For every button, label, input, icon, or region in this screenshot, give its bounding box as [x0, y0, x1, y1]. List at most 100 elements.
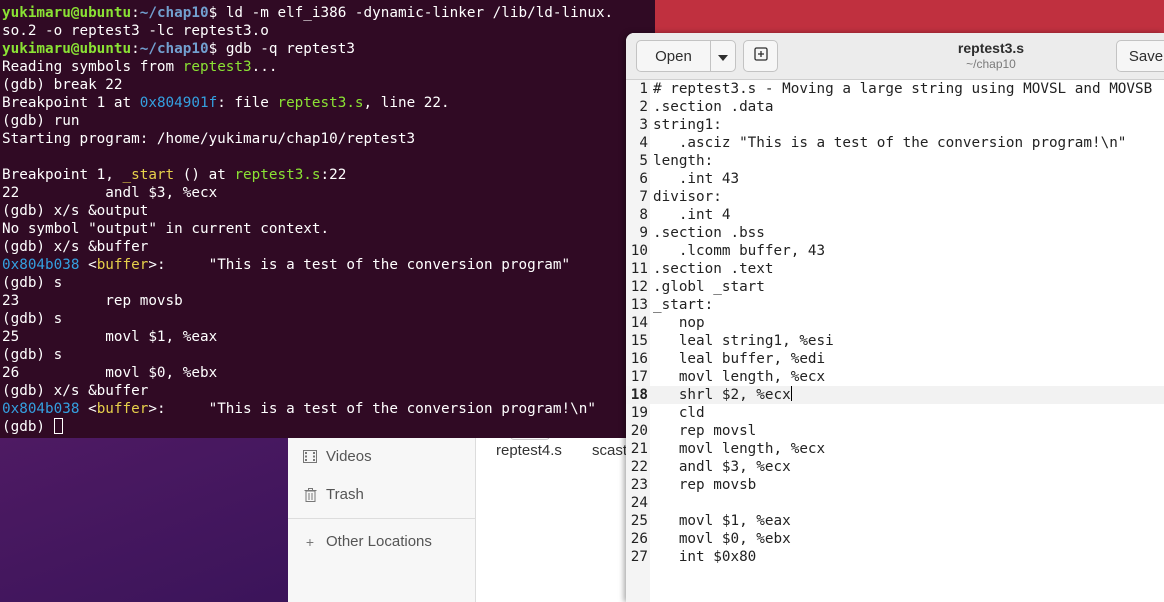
sidebar-item-trash[interactable]: Trash	[302, 486, 364, 503]
terminal-text: (gdb) x/s &output	[2, 203, 149, 219]
terminal-line: (gdb) x/s &buffer	[2, 382, 655, 400]
terminal-text: 25 movl $1, %eax	[2, 329, 218, 345]
line-number: 15	[630, 333, 648, 349]
terminal-text: (gdb) s	[2, 275, 63, 291]
code-editor[interactable]: 1 # reptest3.s - Moving a large string us…	[626, 80, 1164, 602]
open-button[interactable]: Open	[636, 40, 711, 72]
desktop-background	[655, 0, 1164, 36]
file-item-reptest4[interactable]: reptest4.s	[496, 442, 562, 459]
terminal-text: ~/chap10	[139, 5, 209, 21]
code-text: .section .text	[653, 261, 774, 277]
terminal-line: yukimaru@ubuntu:~/chap10$ gdb -q reptest…	[2, 40, 655, 58]
code-text: .globl _start	[653, 279, 765, 295]
code-line[interactable]: 14 nop	[626, 314, 1164, 332]
open-menu-button[interactable]	[710, 40, 736, 72]
code-line[interactable]: 18 shrl $2, %ecx	[626, 386, 1164, 404]
terminal-line: 22 andl $3, %ecx	[2, 184, 655, 202]
terminal-line: 26 movl $0, %ebx	[2, 364, 655, 382]
code-line[interactable]: 13 _start:	[626, 296, 1164, 314]
terminal-text: Reading symbols from	[2, 59, 183, 75]
terminal-line: Reading symbols from reptest3...	[2, 58, 655, 76]
code-text: movl $1, %eax	[653, 513, 791, 529]
code-line[interactable]: 20 rep movsl	[626, 422, 1164, 440]
sidebar-item-videos[interactable]: Videos	[302, 448, 372, 465]
code-line[interactable]: 25 movl $1, %eax	[626, 512, 1164, 530]
terminal-line: (gdb) s	[2, 310, 655, 328]
code-text: movl length, %ecx	[653, 441, 826, 457]
desktop-background-lower	[0, 438, 290, 602]
terminal-text: _start	[122, 167, 175, 183]
code-line[interactable]: 2 .section .data	[626, 98, 1164, 116]
terminal-text: : file	[217, 95, 278, 111]
code-line[interactable]: 26 movl $0, %ebx	[626, 530, 1164, 548]
sidebar-item-other-locations[interactable]: + Other Locations	[302, 533, 432, 550]
terminal-text: (gdb) x/s &buffer	[2, 383, 149, 399]
terminal-text: 0x804b038	[2, 401, 80, 417]
code-line[interactable]: 17 movl length, %ecx	[626, 368, 1164, 386]
text-editor-window: Open reptest3.s ~/chap10 Save 1 # reptest…	[626, 33, 1164, 602]
code-line[interactable]: 9 .section .bss	[626, 224, 1164, 242]
terminal-text: $ gdb -q reptest3	[208, 41, 355, 57]
line-number: 18	[630, 387, 648, 403]
line-number: 7	[639, 189, 648, 205]
code-line[interactable]: 27 int $0x80	[626, 548, 1164, 566]
code-line[interactable]: 15 leal string1, %esi	[626, 332, 1164, 350]
code-line[interactable]: 10 .lcomm buffer, 43	[626, 242, 1164, 260]
terminal-line: (gdb)	[2, 418, 655, 436]
code-text: rep movsl	[653, 423, 757, 439]
code-line[interactable]: 12 .globl _start	[626, 278, 1164, 296]
code-line[interactable]: 5 length:	[626, 152, 1164, 170]
code-line[interactable]: 1 # reptest3.s - Moving a large string us…	[626, 80, 1164, 98]
terminal-text: Starting program: /home/yukimaru/chap10/…	[2, 131, 416, 147]
line-number: 21	[630, 441, 648, 457]
line-number: 8	[639, 207, 648, 223]
line-number: 20	[630, 423, 648, 439]
line-number: 3	[639, 117, 648, 133]
code-text: string1:	[653, 117, 722, 133]
code-text: .section .data	[653, 99, 774, 115]
terminal-text: 23 rep movsb	[2, 293, 183, 309]
terminal-text: 0x804b038	[2, 257, 80, 273]
code-line[interactable]: 6 .int 43	[626, 170, 1164, 188]
line-number: 1	[639, 81, 648, 97]
code-line[interactable]: 21 movl length, %ecx	[626, 440, 1164, 458]
code-line[interactable]: 11 .section .text	[626, 260, 1164, 278]
terminal-text: ...	[251, 59, 278, 75]
terminal-line: Breakpoint 1 at 0x804901f: file reptest3…	[2, 94, 655, 112]
line-number: 6	[639, 171, 648, 187]
terminal-text: >: "This is a test of the conversion pro…	[148, 401, 596, 417]
terminal-line: 0x804b038 <buffer>: "This is a test of t…	[2, 256, 655, 274]
plus-icon: +	[305, 533, 315, 550]
code-text: andl $3, %ecx	[653, 459, 791, 475]
file-item-scast[interactable]: scast	[592, 442, 627, 459]
terminal-text: Breakpoint 1 at	[2, 95, 140, 111]
editor-headerbar: Open reptest3.s ~/chap10 Save	[626, 33, 1164, 80]
terminal-line: 23 rep movsb	[2, 292, 655, 310]
code-line[interactable]: 22 andl $3, %ecx	[626, 458, 1164, 476]
video-icon	[302, 450, 318, 464]
new-tab-button[interactable]	[743, 40, 778, 72]
save-button[interactable]: Save	[1116, 40, 1164, 72]
code-line[interactable]: 23 rep movsb	[626, 476, 1164, 494]
code-line[interactable]: 3 string1:	[626, 116, 1164, 134]
code-line[interactable]: 19 cld	[626, 404, 1164, 422]
code-text: shrl $2, %ecx	[653, 386, 792, 403]
terminal-line: 25 movl $1, %eax	[2, 328, 655, 346]
code-line[interactable]: 8 .int 4	[626, 206, 1164, 224]
code-line[interactable]: 7 divisor:	[626, 188, 1164, 206]
line-number: 9	[639, 225, 648, 241]
terminal-text: >: "This is a test of the conversion pro…	[148, 257, 571, 273]
code-line[interactable]: 16 leal buffer, %edi	[626, 350, 1164, 368]
terminal-cursor	[53, 418, 63, 434]
line-number: 26	[630, 531, 648, 547]
code-text: .lcomm buffer, 43	[653, 243, 826, 259]
code-text: cld	[653, 405, 705, 421]
document-path: ~/chap10	[966, 57, 1016, 71]
code-line[interactable]: 24	[626, 494, 1164, 512]
code-line[interactable]: 4 .asciz "This is a test of the conversi…	[626, 134, 1164, 152]
terminal-text: yukimaru@ubuntu	[2, 5, 132, 21]
terminal-window[interactable]: yukimaru@ubuntu:~/chap10$ ld -m elf_i386…	[0, 0, 655, 438]
terminal-line: (gdb) break 22	[2, 76, 655, 94]
text-caret	[790, 386, 792, 401]
terminal-line: (gdb) s	[2, 346, 655, 364]
